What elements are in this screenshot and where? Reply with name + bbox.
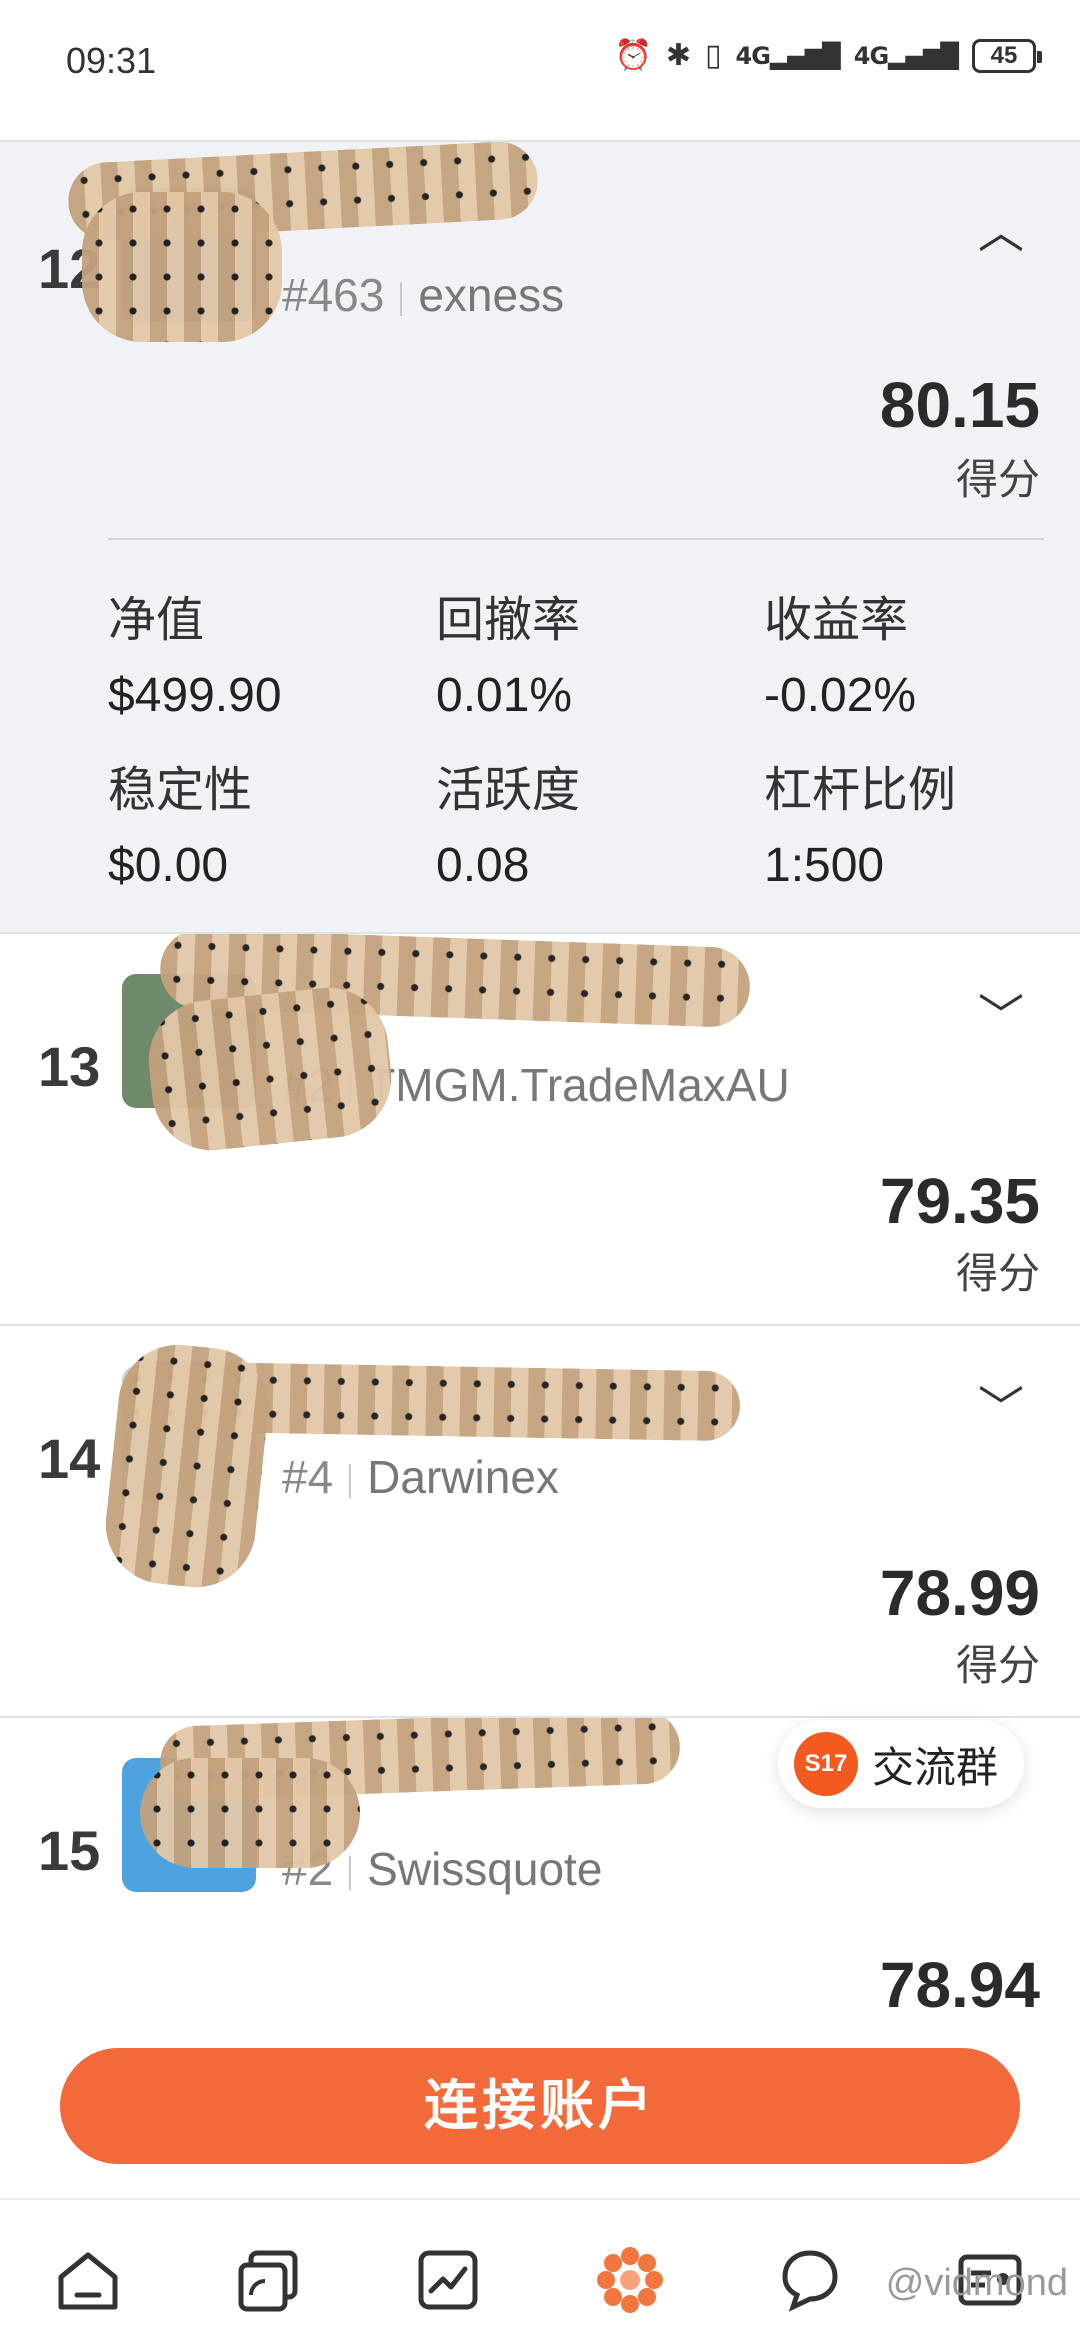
stat-label: 净值	[108, 594, 205, 647]
stat-value: 1:500	[764, 839, 885, 892]
stat-return: 收益率 -0.02%	[764, 580, 916, 723]
separator	[349, 1463, 352, 1498]
bluetooth-icon: ✱	[665, 38, 692, 73]
stats-divider	[108, 538, 1044, 540]
score-value: 80.15	[879, 369, 1040, 441]
redaction-mark	[82, 192, 282, 342]
chevron-up-icon[interactable]: ︿	[978, 196, 1024, 262]
account-number: #4	[282, 1451, 334, 1503]
account-subtitle: #463 exness	[282, 268, 564, 322]
score-value: 78.99	[879, 1557, 1040, 1629]
stat-stability: 稳定性 $0.00	[108, 750, 252, 893]
stat-value: -0.02%	[764, 669, 917, 722]
chat-icon[interactable]	[770, 2240, 850, 2320]
stat-drawdown: 回撤率 0.01%	[436, 580, 580, 723]
community-group-chip[interactable]: S17 交流群	[778, 1720, 1025, 1808]
battery-icon: 45	[972, 38, 1042, 73]
ranking-card-14[interactable]: 14 #4 Darwinex ﹀ 78.99 得分	[0, 1326, 1080, 1718]
redaction-mark	[99, 1338, 275, 1594]
community-icon[interactable]	[590, 2240, 670, 2320]
score-value: 79.35	[879, 1165, 1040, 1237]
ranking-card-13[interactable]: 13 #2TMGM.TradeMaxAU ﹀ 79.35 得分	[0, 934, 1080, 1326]
stat-label: 杠杆比例	[764, 764, 957, 817]
battery-level: 45	[990, 41, 1018, 69]
signal-4g-label: 4G	[853, 41, 889, 70]
broker-name: exness	[418, 269, 565, 321]
chevron-down-icon[interactable]: ﹀	[978, 1372, 1024, 1438]
copy-trade-icon[interactable]	[228, 2240, 308, 2320]
stat-label: 稳定性	[108, 764, 253, 817]
rank-number: 15	[38, 1819, 101, 1882]
stat-label: 活跃度	[436, 764, 581, 817]
broker-name: TMGM.TradeMaxAU	[367, 1059, 790, 1111]
score-label: 得分	[955, 1642, 1040, 1689]
stat-label: 回撤率	[436, 594, 581, 647]
stat-value: 0.01%	[436, 669, 573, 722]
chip-badge: S17	[794, 1732, 858, 1796]
stat-label: 收益率	[764, 594, 909, 647]
score-label: 得分	[955, 1250, 1040, 1297]
stat-value: 0.08	[436, 839, 530, 892]
tabbar-divider	[0, 2198, 1080, 2200]
broker-name: Darwinex	[367, 1451, 559, 1503]
vibrate-icon: ▯	[705, 38, 722, 73]
stat-equity: 净值 $499.90	[108, 580, 282, 723]
score-label: 得分	[955, 456, 1040, 503]
redaction-mark	[140, 1758, 360, 1868]
connect-account-button[interactable]: 连接账户	[60, 2048, 1020, 2164]
stat-activity: 活跃度 0.08	[436, 750, 580, 893]
watermark: @vidmond	[885, 2262, 1068, 2304]
signal-4g-label: 4G	[735, 41, 771, 70]
stat-value: $0.00	[108, 839, 229, 892]
rank-number: 14	[38, 1427, 101, 1490]
chip-label: 交流群	[872, 1743, 999, 1791]
stat-leverage: 杠杆比例 1:500	[764, 750, 956, 893]
home-icon[interactable]	[48, 2240, 128, 2320]
separator	[349, 1855, 352, 1890]
account-number: #463	[282, 269, 385, 321]
chart-icon[interactable]	[408, 2240, 488, 2320]
alarm-icon: ⏰	[614, 38, 652, 73]
signal-4g-icon: 4G▂▄▆█	[853, 41, 959, 70]
redaction-mark	[142, 981, 398, 1157]
chevron-down-icon[interactable]: ﹀	[978, 980, 1024, 1046]
account-subtitle: #4 Darwinex	[282, 1450, 559, 1504]
score-value: 78.94	[879, 1949, 1040, 2018]
stat-value: $499.90	[108, 669, 282, 722]
status-bar: 09:31 ⏰ ✱ ▯ 4G▂▄▆█ 4G▂▄▆█ 45	[0, 0, 1080, 120]
broker-name: Swissquote	[367, 1843, 603, 1895]
status-icons: ⏰ ✱ ▯ 4G▂▄▆█ 4G▂▄▆█ 45	[614, 38, 1042, 73]
rank-number: 13	[38, 1035, 101, 1098]
status-time: 09:31	[66, 40, 157, 81]
signal-4g-icon: 4G▂▄▆█	[735, 41, 841, 70]
separator	[400, 281, 403, 316]
ranking-card-12[interactable]: 12 #463 exness ︿ 80.15 得分 净值 $499.90 回撤率 …	[0, 142, 1080, 934]
